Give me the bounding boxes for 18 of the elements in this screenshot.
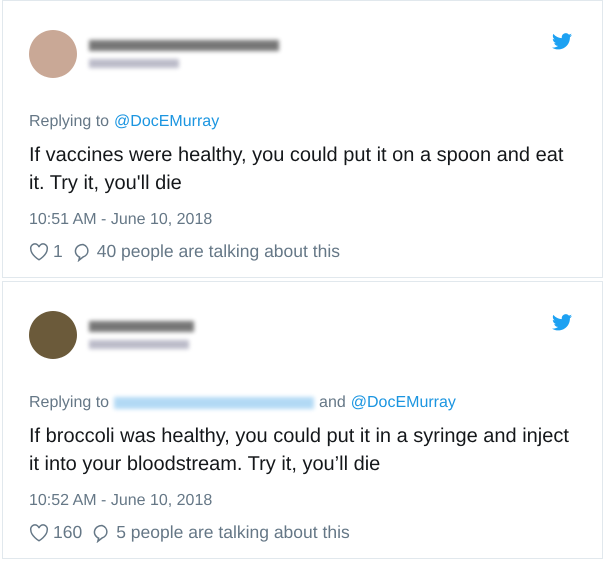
heart-icon[interactable] <box>29 242 49 260</box>
reply-word: and <box>319 394 346 412</box>
like-count: 1 <box>53 241 63 262</box>
mention-link[interactable]: @DocEMurray <box>350 394 456 412</box>
bird-icon[interactable] <box>552 33 572 50</box>
timestamp: 10:52 AM - June 10, 2018 <box>29 492 214 510</box>
replying-to-label: Replying to <box>29 113 110 131</box>
heart-icon[interactable] <box>29 524 49 542</box>
talking-count: 40 people are talking about this <box>96 241 340 262</box>
replying-to-label: Replying to <box>29 394 110 412</box>
tweet-text: If broccoli was healthy, you could put it in a syringe and inject it into your bloodstream. Try it, you’ll die <box>29 424 570 477</box>
timestamp: 10:51 AM - June 10, 2018 <box>29 211 214 229</box>
like-count: 160 <box>53 522 82 543</box>
mention-link[interactable]: @DocEMurray <box>114 113 220 131</box>
avatar[interactable] <box>29 311 77 359</box>
bird-icon[interactable] <box>552 314 572 331</box>
tweet-text: If vaccines were healthy, you could put it on a spoon and eat it. Try it, you'll die <box>29 143 564 196</box>
talking-count: 5 people are talking about this <box>116 522 350 543</box>
